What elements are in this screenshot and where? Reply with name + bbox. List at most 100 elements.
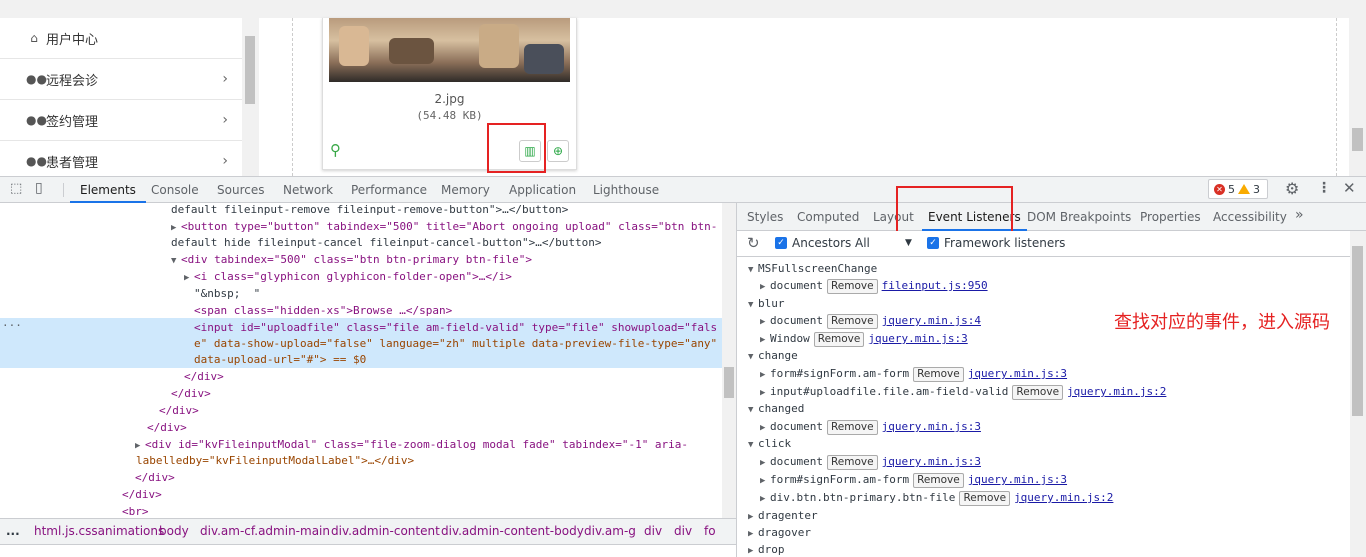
remove-button[interactable]: Remove: [813, 332, 865, 347]
code-line[interactable]: <span class="hidden-xs">Browse …</span>: [194, 302, 452, 319]
more-options-icon[interactable]: ⋮: [1317, 180, 1331, 196]
event-group[interactable]: ▼ blur: [748, 295, 785, 312]
issues-counter[interactable]: ✕ 5 3: [1208, 179, 1268, 199]
ancestors-select[interactable]: All: [855, 236, 870, 250]
source-link[interactable]: jquery.min.js:3: [868, 332, 967, 345]
breadcrumb-item[interactable]: div: [644, 524, 662, 538]
tab-performance[interactable]: Performance: [351, 177, 427, 203]
event-group[interactable]: ▶ dragover: [748, 524, 811, 541]
sidebar-item-remote-consult[interactable]: ●● 远程会诊 ›: [0, 59, 242, 100]
page-scrollbar[interactable]: [1349, 18, 1366, 176]
sidebar-item-contract-mgmt[interactable]: ●● 签约管理 ›: [0, 100, 242, 141]
tab-memory[interactable]: Memory: [441, 177, 490, 203]
remove-button[interactable]: Remove: [913, 473, 964, 488]
event-listener[interactable]: ▶ document Remove jquery.min.js:4: [760, 312, 981, 329]
drag-handle-icon[interactable]: ⚲: [330, 141, 341, 159]
event-group[interactable]: ▶ dragenter: [748, 507, 818, 524]
source-link[interactable]: jquery.min.js:4: [882, 314, 981, 327]
collapse-triangle-icon[interactable]: ▼: [171, 253, 181, 270]
code-line[interactable]: </div>: [135, 469, 175, 486]
code-line[interactable]: "&nbsp; ": [194, 285, 260, 302]
tab-styles[interactable]: Styles: [747, 203, 783, 231]
event-listeners-scrollbar-thumb[interactable]: [1352, 246, 1363, 416]
event-listener[interactable]: ▶ document Remove fileinput.js:950: [760, 277, 988, 294]
code-line[interactable]: </div>: [184, 368, 224, 385]
code-line-selected[interactable]: e" data-show-upload="false" language="zh…: [194, 335, 717, 352]
remove-button[interactable]: Remove: [913, 367, 964, 382]
event-listener[interactable]: ▶ Window Remove jquery.min.js:3: [760, 330, 968, 347]
breadcrumb-item[interactable]: div.am-cf.admin-main: [200, 524, 330, 538]
tab-sources[interactable]: Sources: [217, 177, 264, 203]
code-line[interactable]: ▶ <button type="button" tabindex="500" ti…: [171, 218, 717, 235]
sidebar-scrollbar-thumb[interactable]: [245, 36, 255, 104]
event-group[interactable]: ▼ MSFullscreenChange: [748, 260, 877, 277]
breadcrumb-item[interactable]: body: [159, 524, 189, 538]
tab-console[interactable]: Console: [151, 177, 199, 203]
code-line[interactable]: ▶ <i class="glyphicon glyphicon-folder-op…: [184, 268, 512, 285]
sidebar-item-patient-mgmt[interactable]: ●● 患者管理 ›: [0, 141, 242, 176]
event-listener[interactable]: ▶ form#signForm.am-form Remove jquery.min.j…: [760, 471, 1067, 488]
code-line-selected[interactable]: data-upload-url="#"> == $0: [194, 351, 366, 368]
zoom-file-button[interactable]: ⊕: [547, 140, 569, 162]
tab-computed[interactable]: Computed: [797, 203, 859, 231]
breadcrumb-item[interactable]: html.js.cssanimations: [34, 524, 164, 538]
code-line[interactable]: labelledby="kvFileinputModalLabel">…</di…: [136, 452, 414, 469]
breadcrumb-more[interactable]: ...: [6, 524, 20, 538]
event-group[interactable]: ▼ click: [748, 435, 791, 452]
breadcrumb-item[interactable]: div.admin-content: [331, 524, 440, 538]
sidebar-item-user-center[interactable]: ⌂ 用户中心: [0, 18, 242, 59]
tab-dom-breakpoints[interactable]: DOM Breakpoints: [1027, 203, 1131, 231]
breadcrumb-item[interactable]: div: [674, 524, 692, 538]
source-link[interactable]: jquery.min.js:3: [882, 455, 981, 468]
page-scrollbar-thumb[interactable]: [1352, 128, 1363, 151]
more-tabs-chevron-icon[interactable]: »: [1295, 207, 1304, 223]
breadcrumb-item[interactable]: fo: [704, 524, 716, 538]
remove-button[interactable]: Remove: [826, 455, 878, 470]
breadcrumb-item[interactable]: div.admin-content-body: [441, 524, 584, 538]
source-link[interactable]: jquery.min.js:2: [1014, 491, 1113, 504]
tab-properties[interactable]: Properties: [1140, 203, 1201, 231]
code-line[interactable]: default fileinput-remove fileinput-remov…: [171, 201, 568, 218]
close-icon[interactable]: ✕: [1343, 179, 1356, 197]
breadcrumb-item[interactable]: div.am-g: [584, 524, 636, 538]
tab-accessibility[interactable]: Accessibility: [1213, 203, 1287, 231]
gear-icon[interactable]: ⚙: [1285, 179, 1299, 198]
code-line[interactable]: </div>: [147, 419, 187, 436]
event-group[interactable]: ▼ changed: [748, 400, 804, 417]
event-group[interactable]: ▶ drop: [748, 541, 785, 557]
remove-button[interactable]: Remove: [826, 420, 878, 435]
tab-network[interactable]: Network: [283, 177, 333, 203]
device-toggle-icon[interactable]: ▯: [35, 180, 43, 196]
source-link[interactable]: fileinput.js:950: [882, 279, 988, 292]
code-line[interactable]: </div>: [171, 385, 211, 402]
source-link[interactable]: jquery.min.js:2: [1067, 385, 1166, 398]
code-line-selected[interactable]: <input id="uploadfile" class="file am-fi…: [194, 319, 717, 336]
ancestors-checkbox[interactable]: ✓: [775, 237, 787, 249]
source-link[interactable]: jquery.min.js:3: [968, 367, 1067, 380]
event-listener[interactable]: ▶ input#uploadfile.file.am-field-valid Rem…: [760, 383, 1166, 400]
code-line[interactable]: </div>: [122, 486, 162, 503]
code-line[interactable]: ▶ <div id="kvFileinputModal" class="file-…: [135, 436, 688, 453]
remove-button[interactable]: Remove: [1012, 385, 1064, 400]
elements-scrollbar-thumb[interactable]: [724, 367, 734, 398]
framework-listeners-checkbox[interactable]: ✓: [927, 237, 939, 249]
expand-triangle-icon[interactable]: ▶: [184, 270, 194, 287]
code-line[interactable]: default hide fileinput-cancel fileinput-…: [171, 234, 601, 251]
tab-application[interactable]: Application: [509, 177, 576, 203]
inspect-element-icon[interactable]: ⬚: [10, 181, 22, 196]
tab-lighthouse[interactable]: Lighthouse: [593, 177, 659, 203]
source-link[interactable]: jquery.min.js:3: [968, 473, 1067, 486]
event-listener[interactable]: ▶ document Remove jquery.min.js:3: [760, 453, 981, 470]
event-listener[interactable]: ▶ div.btn.btn-primary.btn-file Remove jquer…: [760, 489, 1113, 506]
tab-elements[interactable]: Elements: [70, 177, 146, 203]
code-line[interactable]: ▼ <div tabindex="500" class="btn btn-prim…: [171, 251, 532, 268]
remove-button[interactable]: Remove: [826, 279, 878, 294]
chevron-down-icon[interactable]: ▼: [905, 238, 912, 248]
event-listener[interactable]: ▶ form#signForm.am-form Remove jquery.min.j…: [760, 365, 1067, 382]
remove-button[interactable]: Remove: [959, 491, 1011, 506]
event-group[interactable]: ▼ change: [748, 347, 798, 364]
code-line[interactable]: </div>: [159, 402, 199, 419]
refresh-icon[interactable]: ↻: [747, 234, 760, 252]
styles-filter-row[interactable]: [0, 544, 736, 557]
node-actions-ellipsis[interactable]: ···: [2, 319, 22, 332]
